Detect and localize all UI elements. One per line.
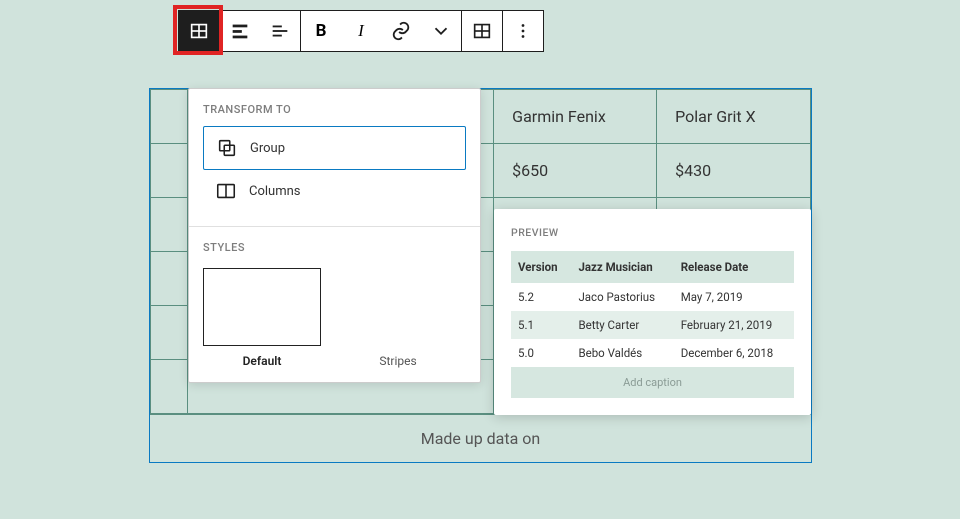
link-icon [390, 20, 412, 42]
preview-caption: Add caption [511, 367, 794, 398]
styles-row: Default Stripes [203, 264, 466, 368]
block-toolbar: B I [178, 10, 544, 52]
table-cell[interactable]: Polar Grit X [657, 90, 811, 144]
preview-header: Jazz Musician [571, 251, 673, 283]
preview-heading: PREVIEW [511, 226, 794, 239]
table-cell[interactable] [151, 198, 188, 252]
table-caption[interactable]: Made up data on [150, 414, 811, 462]
table-columns-icon [471, 20, 493, 42]
preview-cell: February 21, 2019 [674, 311, 794, 339]
transform-heading: TRANSFORM TO [203, 103, 466, 116]
more-format-button[interactable] [421, 11, 461, 51]
preview-cell: 5.1 [511, 311, 571, 339]
preview-row: 5.0 Bebo Valdés December 6, 2018 [511, 339, 794, 367]
table-cell[interactable] [151, 360, 188, 414]
italic-button[interactable]: I [341, 11, 381, 51]
toolbar-group-align [220, 11, 301, 51]
group-icon [216, 137, 238, 159]
styles-section: STYLES Default Stripes [189, 227, 480, 382]
style-label: Stripes [379, 354, 416, 368]
preview-cell: 5.2 [511, 283, 571, 311]
toolbar-group-more [503, 11, 543, 51]
table-cell[interactable]: Garmin Fenix [494, 90, 657, 144]
preview-row: 5.2 Jaco Pastorius May 7, 2019 [511, 283, 794, 311]
block-type-button[interactable] [179, 11, 219, 51]
toolbar-group-table [462, 11, 503, 51]
chevron-down-icon [430, 20, 452, 42]
bold-icon: B [316, 21, 327, 41]
table-cell[interactable]: $430 [657, 144, 811, 198]
link-button[interactable] [381, 11, 421, 51]
preview-table: Version Jazz Musician Release Date 5.2 J… [511, 251, 794, 367]
preview-cell: Bebo Valdés [571, 339, 673, 367]
table-cell[interactable] [151, 144, 188, 198]
justify-icon [269, 20, 291, 42]
preview-cell: December 6, 2018 [674, 339, 794, 367]
preview-cell: Betty Carter [571, 311, 673, 339]
styles-heading: STYLES [203, 241, 466, 254]
transform-popover: TRANSFORM TO Group Columns STYLES Defaul… [188, 88, 481, 383]
table-block-icon [188, 20, 210, 42]
style-option-stripes[interactable]: Stripes [339, 268, 457, 368]
style-preview-box [203, 268, 321, 346]
table-cell[interactable] [151, 306, 188, 360]
transform-option-group[interactable]: Group [203, 126, 466, 170]
preview-row: 5.1 Betty Carter February 21, 2019 [511, 311, 794, 339]
table-cell[interactable] [151, 90, 188, 144]
transform-option-columns[interactable]: Columns [203, 170, 466, 212]
preview-header: Version [511, 251, 571, 283]
preview-popover: PREVIEW Version Jazz Musician Release Da… [494, 209, 811, 415]
style-label: Default [243, 354, 282, 368]
more-options-button[interactable] [503, 11, 543, 51]
table-cell[interactable] [151, 252, 188, 306]
preview-cell: 5.0 [511, 339, 571, 367]
preview-cell: Jaco Pastorius [571, 283, 673, 311]
columns-icon [215, 180, 237, 202]
justify-button[interactable] [260, 11, 300, 51]
preview-header: Release Date [674, 251, 794, 283]
align-button[interactable] [220, 11, 260, 51]
more-vertical-icon [512, 20, 534, 42]
toolbar-group-format: B I [301, 11, 462, 51]
transform-section: TRANSFORM TO Group Columns [189, 89, 480, 227]
preview-header-row: Version Jazz Musician Release Date [511, 251, 794, 283]
toolbar-group-block [179, 11, 220, 51]
bold-button[interactable]: B [301, 11, 341, 51]
transform-option-label: Group [250, 141, 285, 156]
preview-cell: May 7, 2019 [674, 283, 794, 311]
align-icon [229, 20, 251, 42]
style-option-default[interactable]: Default [203, 268, 321, 368]
table-cell[interactable]: $650 [494, 144, 657, 198]
italic-icon: I [358, 21, 364, 41]
transform-option-label: Columns [249, 184, 301, 199]
edit-table-button[interactable] [462, 11, 502, 51]
